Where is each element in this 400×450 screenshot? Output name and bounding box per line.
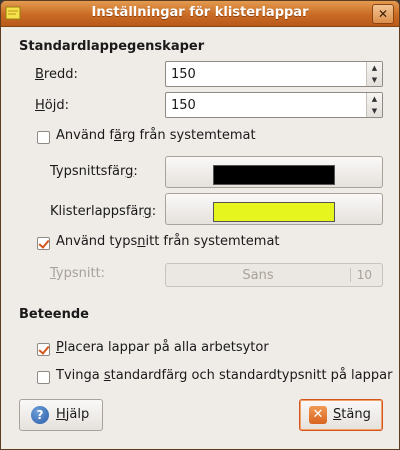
close-button-label: Stäng [333, 407, 371, 422]
behavior-heading: Beteende [19, 307, 89, 322]
use-theme-color-label[interactable]: Använd färg från systemtemat [56, 128, 256, 143]
close-icon: ✕ [377, 7, 389, 21]
all-workspaces-checkbox[interactable] [37, 343, 50, 356]
preferences-dialog: Inställningar för klisterlappar ✕ Standa… [0, 0, 400, 450]
close-icon: ✕ [309, 406, 327, 424]
force-defaults-checkbox[interactable] [37, 371, 50, 384]
window-close-button[interactable]: ✕ [372, 4, 394, 24]
width-label: Bredd: [35, 67, 78, 82]
width-value[interactable]: 150 [171, 67, 196, 82]
title-bar[interactable]: Inställningar för klisterlappar ✕ [1, 1, 399, 27]
use-theme-font-checkbox[interactable] [37, 237, 50, 250]
spin-down-icon[interactable]: ▼ [367, 74, 382, 86]
font-color-button[interactable] [165, 156, 383, 188]
font-color-swatch [213, 165, 335, 185]
spin-up-icon[interactable]: ▲ [367, 93, 382, 105]
spin-down-icon[interactable]: ▼ [367, 105, 382, 117]
font-color-label: Typsnittsfärg: [50, 164, 138, 179]
font-separator [350, 268, 351, 282]
help-button[interactable]: ? Hjälp [19, 399, 103, 431]
font-label: Typsnitt: [50, 266, 106, 281]
width-spinbox[interactable]: 150 ▲ ▼ [165, 61, 383, 87]
spin-up-icon[interactable]: ▲ [367, 62, 382, 74]
width-spin-arrows[interactable]: ▲ ▼ [366, 62, 382, 86]
defaults-heading: Standardlappegenskaper [19, 39, 205, 54]
use-theme-color-checkbox[interactable] [37, 131, 50, 144]
height-spin-arrows[interactable]: ▲ ▼ [366, 93, 382, 117]
help-icon: ? [31, 406, 49, 424]
font-size: 10 [356, 268, 372, 282]
use-theme-font-label[interactable]: Använd typsnitt från systemtemat [56, 234, 280, 249]
force-defaults-label[interactable]: Tvinga standardfärg och standardtypsnitt… [56, 368, 392, 383]
window-title: Inställningar för klisterlappar [91, 5, 309, 20]
all-workspaces-label[interactable]: Placera lappar på alla arbetsytor [56, 340, 269, 355]
height-value[interactable]: 150 [171, 98, 196, 113]
height-spinbox[interactable]: 150 ▲ ▼ [165, 92, 383, 118]
note-color-button[interactable] [165, 193, 383, 225]
note-color-label: Klisterlappsfärg: [50, 204, 157, 219]
font-picker-button[interactable]: Sans 10 [165, 263, 383, 287]
close-dialog-button[interactable]: ✕ Stäng [299, 399, 383, 431]
font-name: Sans [242, 268, 274, 283]
note-color-swatch [213, 202, 335, 222]
help-button-label: Hjälp [56, 407, 90, 422]
height-label: Höjd: [35, 98, 69, 113]
